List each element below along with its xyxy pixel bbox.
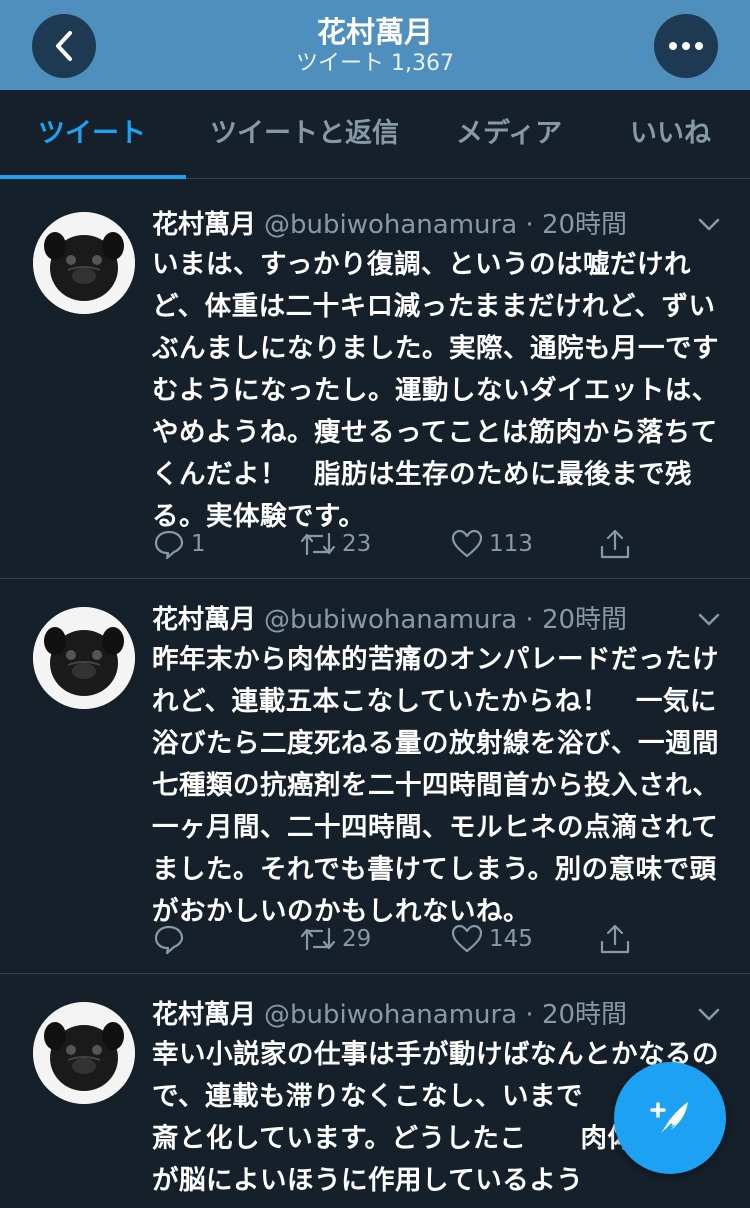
tweet-handle-time: @bubiwohanamura · 20時間 xyxy=(264,1000,628,1030)
like-button[interactable]: 113 xyxy=(451,524,533,564)
avatar[interactable] xyxy=(33,212,135,314)
pug-avatar-icon xyxy=(33,607,135,709)
compose-feather-icon xyxy=(650,1102,688,1137)
tweet-handle-time: @bubiwohanamura · 20時間 xyxy=(264,210,628,240)
profile-name: 花村萬月 xyxy=(316,15,433,49)
chevron-down-icon[interactable] xyxy=(697,1006,721,1024)
tab-tweets[interactable]: ツイート xyxy=(38,90,146,178)
tweet-handle-time: @bubiwohanamura · 20時間 xyxy=(264,605,628,635)
share-button[interactable] xyxy=(598,524,638,564)
more-icon xyxy=(669,42,703,50)
tab-media[interactable]: メディア xyxy=(456,90,562,178)
share-icon xyxy=(600,924,630,954)
tweet-text: 昨年末から肉体的苦痛のオンパレードだったけれど、連載五本こなしていたからね！ 一… xyxy=(152,644,720,927)
retweet-button[interactable]: 29 xyxy=(300,919,371,959)
tweet-header: 花村萬月 @bubiwohanamura · 20時間 xyxy=(152,601,627,639)
reply-icon xyxy=(154,925,184,955)
retweet-count: 23 xyxy=(342,531,372,557)
tweet[interactable]: 花村萬月 @bubiwohanamura · 20時間 いまは、すっかり復調、とい… xyxy=(0,184,750,579)
reply-icon xyxy=(154,530,184,560)
tweet-author-name[interactable]: 花村萬月 xyxy=(152,210,256,240)
pug-avatar-icon xyxy=(33,212,135,314)
heart-icon xyxy=(451,529,483,558)
tweet-header: 花村萬月 @bubiwohanamura · 20時間 xyxy=(152,996,627,1034)
active-tab-indicator xyxy=(0,175,186,179)
tab-tweets-and-replies[interactable]: ツイートと返信 xyxy=(210,90,399,178)
heart-icon xyxy=(451,924,483,953)
retweet-icon xyxy=(300,532,336,556)
share-icon xyxy=(600,529,630,559)
pug-avatar-icon xyxy=(33,1002,135,1104)
tweet-count: ツイート 1,367 xyxy=(296,51,454,76)
like-count: 113 xyxy=(489,531,533,557)
tweet-actions: 29 145 xyxy=(0,919,750,959)
tweet-header: 花村萬月 @bubiwohanamura · 20時間 xyxy=(152,206,627,244)
tweet-actions: 1 23 113 xyxy=(0,524,750,564)
chevron-down-icon[interactable] xyxy=(697,216,721,234)
reply-button[interactable] xyxy=(153,919,191,959)
chevron-down-icon[interactable] xyxy=(697,611,721,629)
avatar[interactable] xyxy=(33,1002,135,1104)
compose-tweet-button[interactable] xyxy=(614,1062,726,1174)
share-button[interactable] xyxy=(598,919,638,959)
profile-tabs: ツイート ツイートと返信 メディア いいね xyxy=(0,90,750,179)
tweet[interactable]: 花村萬月 @bubiwohanamura · 20時間 昨年末から肉体的苦痛のオン… xyxy=(0,579,750,974)
reply-button[interactable]: 1 xyxy=(153,524,206,564)
profile-header: 花村萬月 ツイート 1,367 xyxy=(0,0,750,90)
like-button[interactable]: 145 xyxy=(451,919,533,959)
like-count: 145 xyxy=(489,926,533,952)
more-button[interactable] xyxy=(654,14,718,78)
reply-count: 1 xyxy=(191,531,206,557)
retweet-count: 29 xyxy=(342,926,372,952)
tweet-author-name[interactable]: 花村萬月 xyxy=(152,1000,256,1030)
tab-likes[interactable]: いいね xyxy=(630,90,711,178)
tweet-author-name[interactable]: 花村萬月 xyxy=(152,605,256,635)
retweet-button[interactable]: 23 xyxy=(300,524,371,564)
avatar[interactable] xyxy=(33,607,135,709)
tweet-text: いまは、すっかり復調、というのは嘘だけれど、体重は二十キロ減ったままだけれど、ず… xyxy=(152,249,719,532)
retweet-icon xyxy=(300,927,336,951)
